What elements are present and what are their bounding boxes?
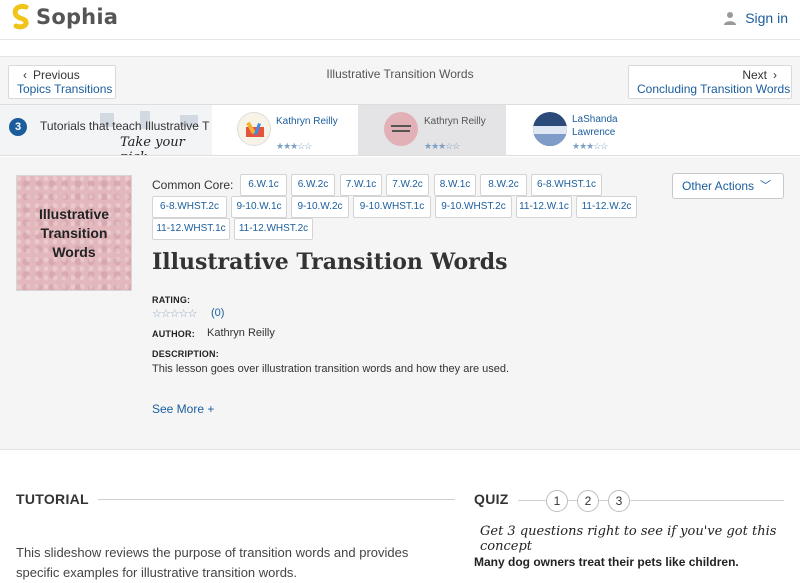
standard-tag[interactable]: 7.W.1c: [340, 174, 382, 196]
tutorial-card[interactable]: Kathryn Reilly ★★★☆☆: [212, 105, 358, 155]
site-header: Sophia Sign in: [0, 0, 800, 40]
chevron-right-icon: ›: [773, 68, 777, 82]
standard-tag[interactable]: 9-10.WHST.2c: [435, 196, 512, 218]
quiz-heading: QUIZ: [474, 491, 509, 507]
description-label: DESCRIPTION:: [152, 349, 219, 359]
tutorial-divider: [98, 499, 455, 500]
tutorial-description: This slideshow reviews the purpose of tr…: [16, 545, 409, 580]
standard-tag[interactable]: 9-10.W.2c: [291, 196, 349, 218]
standard-tag[interactable]: 7.W.2c: [386, 174, 429, 196]
tutorial-card-selected[interactable]: Kathryn Reilly ★★★☆☆: [358, 105, 506, 155]
tutorial-author: Kathryn Reilly: [424, 116, 486, 127]
tutorial-rating: ★★★☆☆: [424, 141, 460, 151]
lesson-nav-bar: ‹ Previous Topics Transitions Illustrati…: [0, 56, 800, 104]
sign-in-label: Sign in: [745, 10, 788, 26]
person-icon: [724, 12, 737, 25]
standard-tag[interactable]: 6.W.1c: [240, 174, 287, 196]
take-your-pick-label: Take your pick:: [120, 135, 185, 155]
quiz-hint: Get 3 questions right to see if you've g…: [480, 524, 777, 554]
rating-label: RATING:: [152, 295, 191, 305]
tutorial-card[interactable]: LaShanda Lawrence ★★★☆☆: [506, 105, 666, 155]
previous-link[interactable]: Topics Transitions: [17, 82, 112, 96]
standard-tag[interactable]: 9-10.W.1c: [231, 196, 287, 218]
quiz-question-text: Many dog owners treat their pets like ch…: [474, 555, 739, 569]
tutorial-author: LaShanda Lawrence: [572, 114, 618, 138]
other-actions-dropdown[interactable]: Other Actions ﹀: [672, 173, 784, 199]
tutorial-heading: TUTORIAL: [16, 491, 89, 507]
sophia-logo[interactable]: Sophia: [10, 4, 118, 30]
lesson-thumbnail: Illustrative Transition Words: [16, 175, 132, 291]
rating-stars[interactable]: ☆☆☆☆☆: [152, 307, 197, 320]
standard-tag[interactable]: 8.W.1c: [434, 174, 476, 196]
next-button[interactable]: Next › Concluding Transition Words: [628, 65, 792, 99]
standard-tag[interactable]: 11-12.W.1c: [516, 196, 572, 218]
brand-name: Sophia: [36, 5, 119, 29]
standard-tag[interactable]: 11-12.W.2c: [576, 196, 637, 218]
tutorial-thumbnail: [237, 112, 271, 146]
chevron-down-icon: ﹀: [760, 180, 771, 192]
quiz-question-1[interactable]: 1: [546, 490, 568, 512]
author-label: AUTHOR:: [152, 329, 195, 339]
lesson-detail: Illustrative Transition Words Common Cor…: [0, 157, 800, 450]
description-text: This lesson goes over illustration trans…: [152, 363, 510, 375]
standard-tag[interactable]: 6.W.2c: [291, 174, 335, 196]
lesson-title: Illustrative Transition Words: [152, 249, 508, 275]
standard-tag[interactable]: 8.W.2c: [480, 174, 527, 196]
rating-count[interactable]: (0): [211, 307, 224, 319]
quiz-question-3[interactable]: 3: [608, 490, 630, 512]
author-name: Kathryn Reilly: [207, 327, 275, 339]
standard-tag[interactable]: 9-10.WHST.1c: [353, 196, 431, 218]
tutorial-author: Kathryn Reilly: [276, 116, 338, 127]
tutorials-teach-label: Tutorials that teach Illustrative T: [40, 119, 210, 133]
standard-tag[interactable]: 11-12.WHST.1c: [152, 218, 230, 240]
next-link[interactable]: Concluding Transition Words: [637, 82, 790, 96]
next-label: Next: [742, 68, 767, 82]
tutorial-count-badge: 3: [9, 118, 27, 136]
see-more-link[interactable]: See More +: [152, 402, 214, 416]
sign-in-link[interactable]: Sign in: [723, 10, 788, 26]
sophia-logo-icon: [12, 4, 29, 30]
tutorial-rating: ★★★☆☆: [276, 141, 312, 151]
other-actions-label: Other Actions: [682, 179, 755, 193]
common-core-label: Common Core:: [152, 178, 234, 192]
standard-tag[interactable]: 6-8.WHST.1c: [531, 174, 602, 196]
tutorial-picker-label: 3 Tutorials that teach Illustrative T Ta…: [0, 105, 212, 155]
standard-tag[interactable]: 6-8.WHST.2c: [152, 196, 227, 218]
tutorial-picker: 3 Tutorials that teach Illustrative T Ta…: [0, 104, 800, 156]
quiz-question-2[interactable]: 2: [577, 490, 599, 512]
tutorial-thumbnail: [533, 112, 567, 146]
tutorial-thumbnail: [384, 112, 418, 146]
standard-tag[interactable]: 11-12.WHST.2c: [234, 218, 313, 240]
tutorial-rating: ★★★☆☆: [572, 141, 608, 151]
